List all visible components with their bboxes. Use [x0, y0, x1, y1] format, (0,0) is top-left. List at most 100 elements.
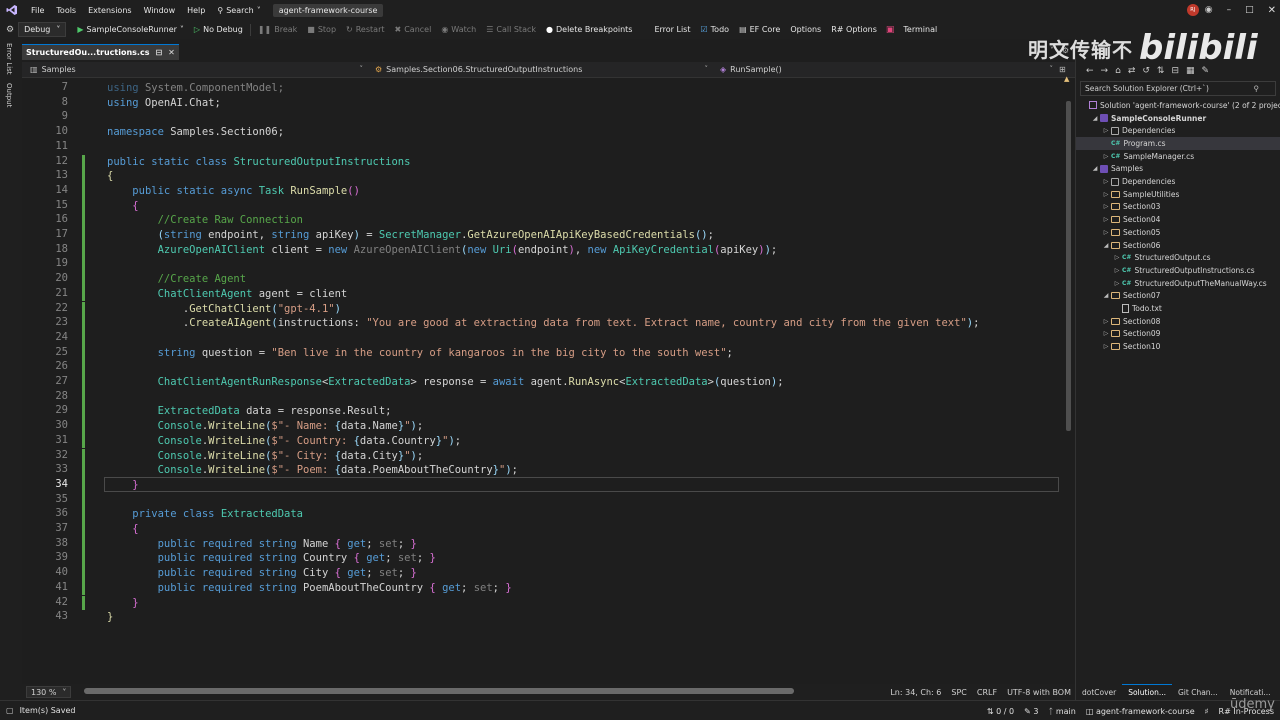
terminal-button[interactable]: Terminal: [898, 20, 942, 39]
maximize-icon[interactable]: □: [1245, 5, 1254, 15]
menu-tools[interactable]: Tools: [50, 6, 82, 15]
tree-item[interactable]: Solution 'agent-framework-course' (2 of …: [1076, 99, 1280, 112]
pending-changes-button[interactable]: ✎ 3: [1024, 707, 1038, 716]
solution-search-input[interactable]: Search Solution Explorer (Ctrl+`) ⚲: [1080, 81, 1276, 96]
tree-item[interactable]: ▷ Section10: [1076, 340, 1161, 353]
pin-icon[interactable]: ⊟: [155, 48, 162, 57]
class-select[interactable]: ⚙ Samples.Section06.StructuredOutputInst…: [367, 62, 712, 78]
tree-item[interactable]: ◢ Samples: [1076, 163, 1143, 176]
todo-button[interactable]: ☑ Todo: [695, 20, 734, 39]
search-icon[interactable]: ⚲: [1254, 84, 1260, 93]
tree-item[interactable]: ▷ Section08: [1076, 315, 1161, 328]
branch-button[interactable]: ᛏ main: [1048, 707, 1075, 716]
tree-item[interactable]: ▷ C# StructuredOutputInstructions.cs: [1076, 264, 1255, 277]
collapsed-chevron-icon[interactable]: ▷: [1102, 127, 1110, 134]
gear-icon[interactable]: ⚙: [6, 25, 14, 35]
collapsed-chevron-icon[interactable]: ▷: [1102, 343, 1110, 350]
call-stack-button[interactable]: ☰ Call Stack: [481, 20, 541, 39]
tree-item[interactable]: ▷ C# SampleManager.cs: [1076, 150, 1194, 163]
collapsed-chevron-icon[interactable]: ▷: [1102, 153, 1110, 160]
notification-bell-icon[interactable]: ♯: [1205, 707, 1209, 716]
tree-item[interactable]: ▷ Section04: [1076, 213, 1161, 226]
file-encoding[interactable]: UTF-8 with BOM: [1007, 688, 1071, 697]
line-number: 40: [55, 566, 68, 579]
collapsed-chevron-icon[interactable]: ▷: [1102, 203, 1110, 210]
tree-item[interactable]: ◢ Section07: [1076, 290, 1161, 303]
menu-file[interactable]: File: [25, 6, 50, 15]
tree-item[interactable]: ◢ Section06: [1076, 239, 1161, 252]
account-icon[interactable]: ◉: [1205, 5, 1213, 15]
collapsed-chevron-icon[interactable]: ▷: [1113, 254, 1121, 261]
expanded-chevron-icon[interactable]: ◢: [1091, 115, 1099, 122]
expanded-chevron-icon[interactable]: ◢: [1091, 165, 1099, 172]
folder-icon: [1111, 317, 1120, 325]
minimize-icon[interactable]: –: [1227, 5, 1232, 15]
options-button[interactable]: Options: [785, 20, 826, 39]
avatar[interactable]: RJ: [1186, 4, 1199, 16]
collapsed-chevron-icon[interactable]: ▷: [1102, 318, 1110, 325]
restart-button[interactable]: ↻ Restart: [341, 20, 389, 39]
scrollbar-thumb[interactable]: [84, 688, 794, 694]
tree-item[interactable]: ▷ C# StructuredOutput.cs: [1076, 251, 1211, 264]
zoom-select[interactable]: 130 % ˅: [26, 686, 72, 698]
menu-extensions[interactable]: Extensions: [82, 6, 137, 15]
tree-item[interactable]: C# Program.cs: [1076, 137, 1280, 150]
collapsed-chevron-icon[interactable]: ▷: [1113, 280, 1121, 287]
ef-core-button[interactable]: ▤ EF Core: [734, 20, 785, 39]
error-list-button[interactable]: Error List: [649, 20, 695, 39]
resharper-icon[interactable]: ▣: [886, 25, 895, 35]
cursor-position[interactable]: Ln: 34, Ch: 6: [890, 688, 941, 697]
tree-item[interactable]: Todo.txt: [1076, 302, 1162, 315]
stop-button[interactable]: ■ Stop: [302, 20, 341, 39]
member-select[interactable]: ◈ RunSample() ˅: [712, 62, 1057, 78]
tree-item[interactable]: ▷ Section03: [1076, 201, 1161, 214]
run-button[interactable]: ▶ SampleConsoleRunner ˅: [72, 20, 189, 39]
whitespace-mode[interactable]: SPC: [951, 688, 967, 697]
tab-dotcover[interactable]: dotCover: [1076, 684, 1122, 700]
tab-solution-explorer[interactable]: Solution...: [1122, 684, 1172, 700]
tree-item[interactable]: ◢ SampleConsoleRunner: [1076, 112, 1206, 125]
menu-help[interactable]: Help: [181, 6, 211, 15]
search-button[interactable]: ⚲ Search ˅: [211, 6, 266, 15]
collapsed-chevron-icon[interactable]: ▷: [1102, 178, 1110, 185]
collapsed-chevron-icon[interactable]: ▷: [1102, 216, 1110, 223]
expanded-chevron-icon[interactable]: ◢: [1102, 292, 1110, 299]
watch-button[interactable]: ◉ Watch: [436, 20, 481, 39]
line-number: 20: [55, 272, 68, 285]
collapsed-chevron-icon[interactable]: ▷: [1113, 267, 1121, 274]
cancel-button[interactable]: ✖ Cancel: [390, 20, 437, 39]
tree-item[interactable]: ▷ SampleUtilities: [1076, 188, 1180, 201]
line-ending[interactable]: CRLF: [977, 688, 997, 697]
tree-item[interactable]: ▷ Dependencies: [1076, 175, 1176, 188]
repository-button[interactable]: ◫ agent-framework-course: [1086, 707, 1195, 716]
menu-window[interactable]: Window: [138, 6, 182, 15]
tree-item[interactable]: ▷ C# StructuredOutputTheManualWay.cs: [1076, 277, 1267, 290]
project-select[interactable]: ▥ Samples ˅: [22, 62, 367, 78]
document-tab[interactable]: StructuredOu...tructions.cs ⊟ ✕: [22, 44, 179, 60]
rsharp-options-button[interactable]: R# Options: [826, 20, 882, 39]
tab-git-changes[interactable]: Git Chan...: [1172, 684, 1224, 700]
delete-breakpoints-button[interactable]: ● Delete Breakpoints: [541, 20, 637, 39]
configuration-select[interactable]: Debug ˅: [18, 22, 67, 37]
close-tab-icon[interactable]: ✕: [168, 48, 175, 57]
tree-item[interactable]: ▷ Section09: [1076, 328, 1161, 341]
tree-item[interactable]: ▷ Section05: [1076, 226, 1161, 239]
no-debug-button[interactable]: ▷ No Debug: [189, 20, 248, 39]
error-list-side-tab[interactable]: Error List: [5, 43, 13, 75]
code-token: question =: [195, 346, 272, 359]
expanded-chevron-icon[interactable]: ◢: [1102, 242, 1110, 249]
close-icon[interactable]: ✕: [1268, 5, 1276, 16]
sync-changes-button[interactable]: ⇅ 0 / 0: [987, 707, 1014, 716]
solution-name-badge[interactable]: agent-framework-course: [272, 3, 384, 17]
vertical-scrollbar[interactable]: ▲: [1064, 75, 1073, 683]
output-side-tab[interactable]: Output: [5, 83, 13, 107]
horizontal-scrollbar[interactable]: [84, 688, 794, 694]
scrollbar-thumb[interactable]: [1066, 101, 1071, 431]
code-pane[interactable]: 7 8 9 10 11 12 13 14 15 16 17 18 19 20 21 22 23 24 25 26 27 2…: [22, 79, 1062, 685]
collapsed-chevron-icon[interactable]: ▷: [1102, 330, 1110, 337]
tree-item[interactable]: ▷ Dependencies: [1076, 124, 1176, 137]
collapsed-chevron-icon[interactable]: ▷: [1102, 191, 1110, 198]
break-button[interactable]: ❚❚ Break: [253, 20, 302, 39]
collapsed-chevron-icon[interactable]: ▷: [1102, 229, 1110, 236]
